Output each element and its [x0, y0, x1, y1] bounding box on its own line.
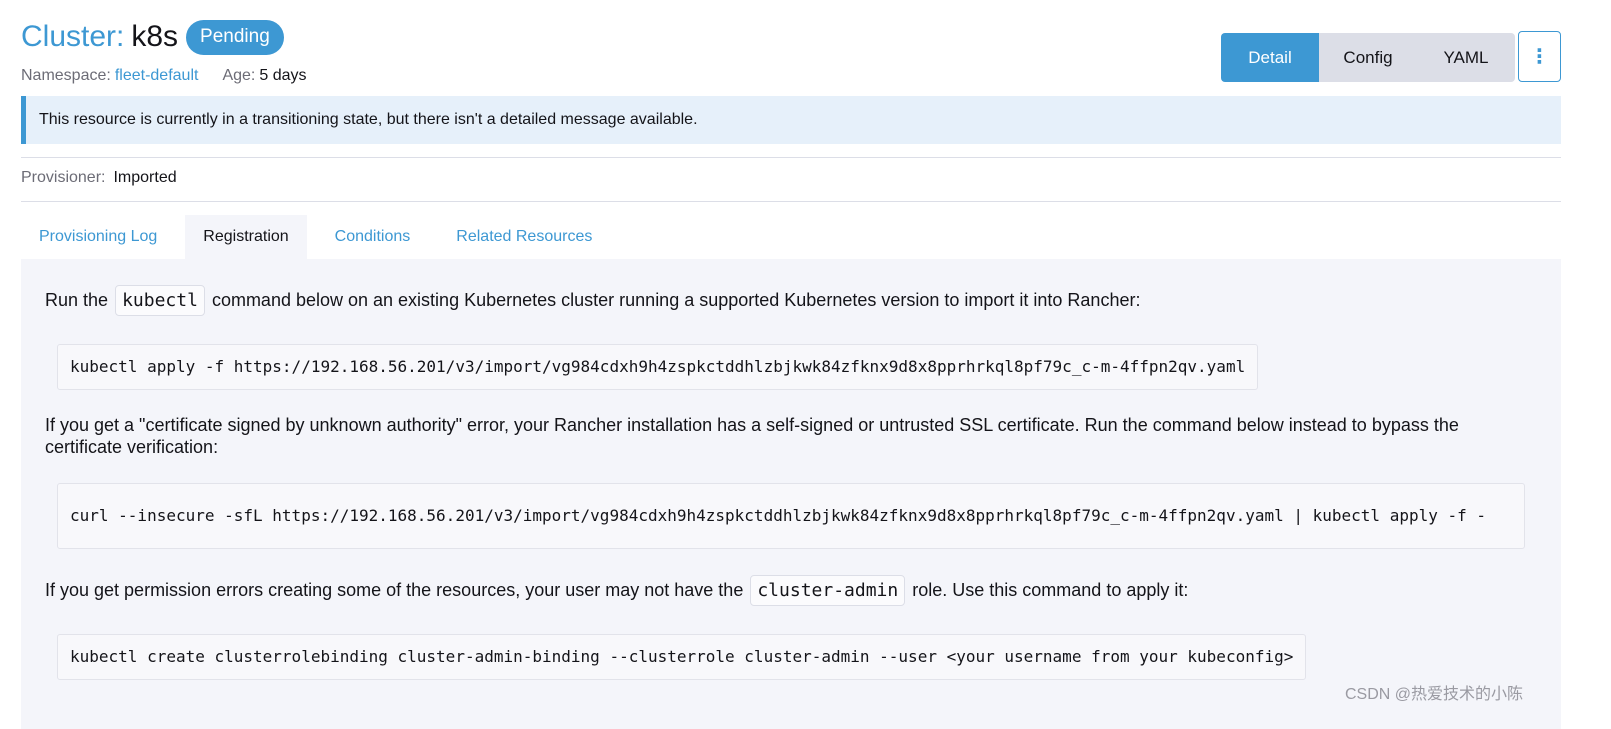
insecure-command-box[interactable]: curl --insecure -sfL https://192.168.56.… [57, 483, 1525, 549]
registration-panel: Run the kubectl command below on an exis… [21, 259, 1561, 729]
tab-provisioning-log[interactable]: Provisioning Log [21, 215, 175, 259]
instruction-text: Run the [45, 290, 109, 310]
title-prefix: Cluster: [21, 20, 125, 54]
provisioner-value: Imported [113, 169, 177, 186]
age-value: 5 days [259, 67, 307, 84]
yaml-button[interactable]: YAML [1417, 33, 1515, 82]
divider [21, 157, 1561, 158]
config-button[interactable]: Config [1319, 33, 1417, 82]
insecure-instructions: If you get a "certificate signed by unkn… [45, 415, 1459, 457]
instruction-text: If you get permission errors creating so… [45, 580, 744, 600]
detail-button[interactable]: Detail [1221, 33, 1319, 82]
age-label: Age: [222, 67, 256, 84]
tab-bar: Provisioning Log Registration Conditions… [21, 215, 620, 259]
instruction-text: command below on an existing Kubernetes … [211, 290, 1141, 310]
tab-related-resources[interactable]: Related Resources [438, 215, 610, 259]
clusterrolebinding-command-box[interactable]: kubectl create clusterrolebinding cluste… [57, 634, 1307, 680]
watermark: CSDN @热爱技术的小陈 [1345, 686, 1524, 703]
permission-instructions: If you get permission errors creating so… [45, 575, 1525, 606]
banner-message: This resource is currently in a transiti… [39, 111, 698, 128]
view-toggle: Detail Config YAML [1221, 33, 1515, 82]
provisioner-label: Provisioner: [21, 169, 106, 186]
tab-registration[interactable]: Registration [185, 215, 307, 259]
meta-row: Namespace: fleet-default Age: 5 days [21, 67, 307, 85]
provisioner-row: Provisioner: Imported [21, 169, 177, 187]
more-actions-button[interactable]: ⋮ [1518, 31, 1561, 82]
namespace-label: Namespace: [21, 67, 111, 84]
inline-code-cluster-admin: cluster-admin [750, 575, 906, 606]
tab-conditions[interactable]: Conditions [317, 215, 429, 259]
cluster-name: k8s [131, 20, 179, 54]
inline-code-kubectl: kubectl [115, 285, 205, 316]
vertical-ellipsis-icon: ⋮ [1529, 45, 1550, 68]
divider [21, 201, 1561, 202]
status-badge: Pending [186, 20, 284, 55]
instruction-text: role. Use this command to apply it: [912, 580, 1189, 600]
import-instructions: Run the kubectl command below on an exis… [45, 285, 1525, 316]
cluster-detail-page: Cluster: k8s Pending Namespace: fleet-de… [0, 0, 1611, 729]
namespace-link[interactable]: fleet-default [115, 67, 199, 85]
page-title: Cluster: k8s Pending [21, 20, 284, 55]
import-command-box[interactable]: kubectl apply -f https://192.168.56.201/… [57, 344, 1259, 390]
info-banner: This resource is currently in a transiti… [21, 96, 1561, 144]
